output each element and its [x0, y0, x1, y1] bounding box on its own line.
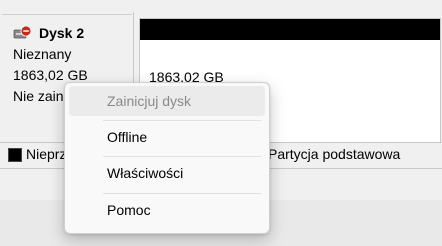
- menu-item-properties[interactable]: Właściwości: [69, 158, 265, 188]
- top-strip: [0, 0, 442, 12]
- context-menu: Zainicjuj dysk Offline Właściwości Pomoc: [64, 82, 270, 234]
- menu-item-initialize-disk[interactable]: Zainicjuj dysk: [69, 86, 265, 116]
- menu-separator: [103, 120, 261, 121]
- unallocated-swatch: [8, 148, 22, 162]
- menu-item-label: Pomoc: [107, 202, 151, 218]
- disk-name: Dysk 2: [39, 25, 85, 41]
- menu-item-offline[interactable]: Offline: [69, 122, 265, 152]
- disk-type: Nieznany: [13, 46, 72, 62]
- menu-item-help[interactable]: Pomoc: [69, 195, 265, 225]
- menu-item-label: Zainicjuj dysk: [107, 93, 192, 109]
- disk-size: 1863,02 GB: [13, 67, 88, 83]
- disk-error-icon: [13, 25, 33, 41]
- menu-separator: [103, 193, 261, 194]
- menu-separator: [103, 156, 261, 157]
- partition-header-bar: [140, 19, 440, 40]
- legend-primary-label: Partycja podstawowa: [268, 146, 401, 162]
- menu-item-label: Offline: [107, 129, 148, 145]
- menu-item-label: Właściwości: [107, 165, 184, 181]
- disk-title: Dysk 2: [13, 25, 84, 41]
- disk-management-view: Dysk 2 Nieznany 1863,02 GB Nie zainicjow…: [0, 0, 442, 246]
